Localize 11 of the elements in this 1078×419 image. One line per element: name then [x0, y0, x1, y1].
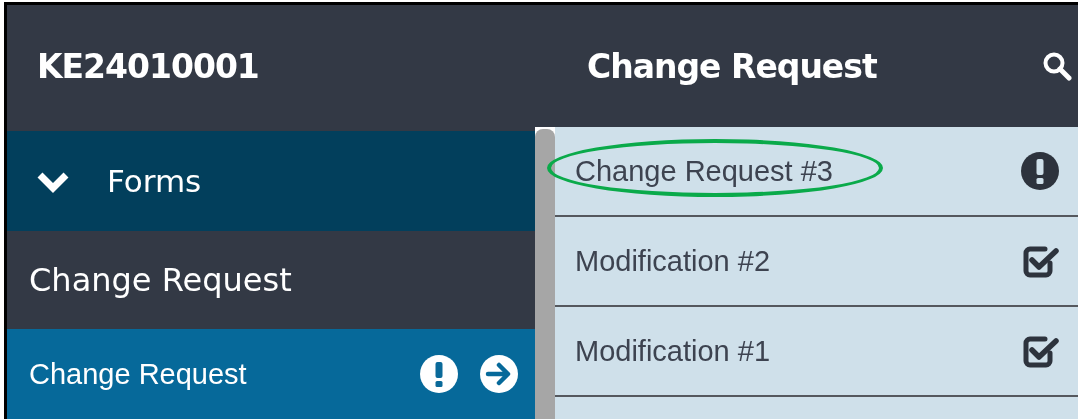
- arrow-right-icon[interactable]: [479, 354, 519, 394]
- list-row[interactable]: Modification #2: [555, 217, 1078, 307]
- search-icon[interactable]: [1042, 51, 1072, 81]
- forms-section-header[interactable]: Forms: [7, 131, 535, 231]
- record-id: KE24010001: [36, 46, 260, 86]
- sidebar-item[interactable]: Change Request: [7, 329, 535, 419]
- group-title: Change Request: [28, 260, 293, 301]
- page-title: Change Request: [586, 46, 878, 86]
- scrollbar-thumb[interactable]: [535, 129, 555, 419]
- list-row[interactable]: Modification #1: [555, 307, 1078, 397]
- list-row[interactable]: Change Request #3: [555, 127, 1078, 217]
